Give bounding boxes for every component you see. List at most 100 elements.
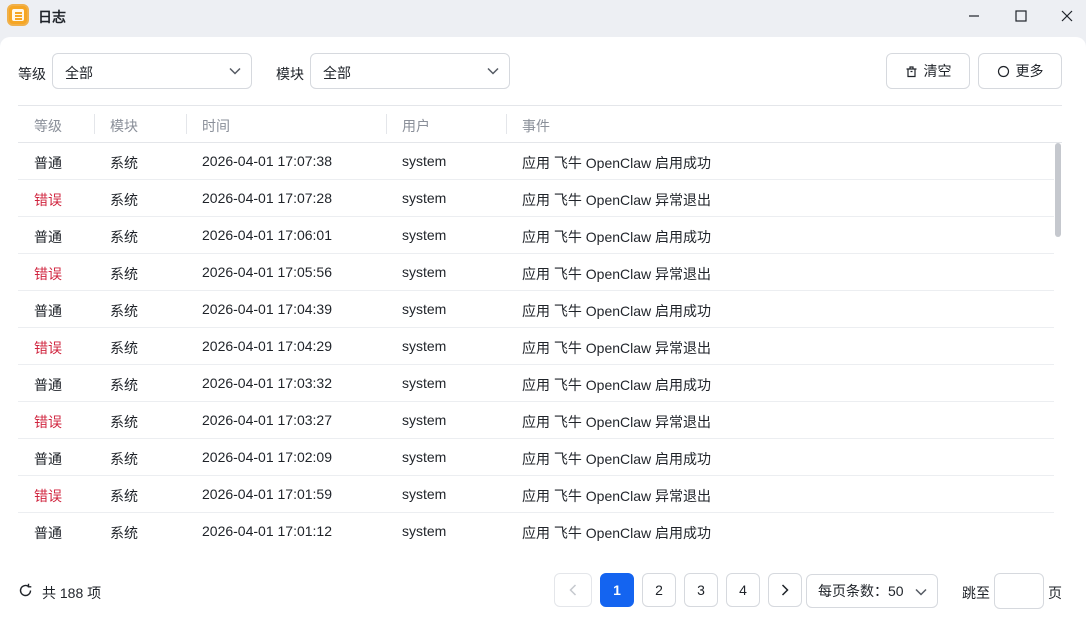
cell-user: system xyxy=(402,486,447,502)
cell-event: 应用 飞牛 OpenClaw 启用成功 xyxy=(522,229,712,245)
column-header-module: 模块 xyxy=(110,118,138,134)
cell-user: system xyxy=(402,449,447,465)
jump-page-suffix: 页 xyxy=(1048,585,1062,601)
table-row[interactable]: 普通 系统 2026-04-01 17:03:32 system 应用 飞牛 O… xyxy=(18,365,1054,402)
more-button-label: 更多 xyxy=(1015,63,1044,79)
cell-level: 普通 xyxy=(34,377,62,393)
page-button-1[interactable]: 1 xyxy=(600,573,634,607)
module-select-value: 全部 xyxy=(323,65,351,81)
column-header-level: 等级 xyxy=(34,118,62,134)
minimize-icon xyxy=(969,15,979,17)
table-scrollbar[interactable] xyxy=(1054,143,1062,549)
total-count: 共 188 项 xyxy=(42,585,102,601)
cell-level: 错误 xyxy=(34,340,62,356)
cell-level: 普通 xyxy=(34,451,62,467)
level-select[interactable]: 全部 xyxy=(52,53,252,89)
jump-to-label: 跳至 xyxy=(962,585,990,601)
cell-level: 普通 xyxy=(34,229,62,245)
clear-button[interactable]: 清空 xyxy=(886,53,970,89)
window-title: 日志 xyxy=(38,9,66,25)
cell-module: 系统 xyxy=(110,377,138,393)
cell-module: 系统 xyxy=(110,266,138,282)
circle-icon xyxy=(997,65,1009,77)
cell-module: 系统 xyxy=(110,192,138,208)
close-button[interactable] xyxy=(1055,5,1079,27)
column-header-user: 用户 xyxy=(402,118,430,134)
module-filter-label: 模块 xyxy=(276,66,304,82)
cell-level: 普通 xyxy=(34,303,62,319)
column-separator xyxy=(186,114,187,134)
scrollbar-thumb[interactable] xyxy=(1055,143,1061,237)
cell-event: 应用 飞牛 OpenClaw 启用成功 xyxy=(522,451,712,467)
table-row[interactable]: 普通 系统 2026-04-01 17:01:12 system 应用 飞牛 O… xyxy=(18,513,1054,549)
cell-time: 2026-04-01 17:04:29 xyxy=(202,338,332,354)
chevron-down-icon xyxy=(487,67,499,75)
refresh-icon[interactable] xyxy=(18,583,33,598)
cell-event: 应用 飞牛 OpenClaw 启用成功 xyxy=(522,155,712,171)
cell-time: 2026-04-01 17:07:28 xyxy=(202,190,332,206)
prev-page-button[interactable] xyxy=(554,573,592,607)
maximize-button[interactable] xyxy=(1009,5,1033,27)
table-row[interactable]: 错误 系统 2026-04-01 17:01:59 system 应用 飞牛 O… xyxy=(18,476,1054,513)
cell-time: 2026-04-01 17:06:01 xyxy=(202,227,332,243)
chevron-down-icon xyxy=(229,67,241,75)
chevron-left-icon xyxy=(569,584,577,596)
column-header-time: 时间 xyxy=(202,118,230,134)
cell-module: 系统 xyxy=(110,340,138,356)
cell-level: 普通 xyxy=(34,525,62,541)
table-row[interactable]: 错误 系统 2026-04-01 17:05:56 system 应用 飞牛 O… xyxy=(18,254,1054,291)
cell-module: 系统 xyxy=(110,488,138,504)
close-icon xyxy=(1061,10,1073,22)
next-page-button[interactable] xyxy=(768,573,802,607)
table-row[interactable]: 错误 系统 2026-04-01 17:07:28 system 应用 飞牛 O… xyxy=(18,180,1054,217)
trash-icon xyxy=(906,65,916,77)
cell-event: 应用 飞牛 OpenClaw 异常退出 xyxy=(522,340,712,356)
page-button-4[interactable]: 4 xyxy=(726,573,760,607)
cell-user: system xyxy=(402,375,447,391)
cell-module: 系统 xyxy=(110,229,138,245)
cell-event: 应用 飞牛 OpenClaw 异常退出 xyxy=(522,192,712,208)
minimize-button[interactable] xyxy=(962,5,986,27)
cell-user: system xyxy=(402,264,447,280)
cell-event: 应用 飞牛 OpenClaw 启用成功 xyxy=(522,303,712,319)
module-select[interactable]: 全部 xyxy=(310,53,510,89)
title-bar: 日志 xyxy=(0,0,1086,34)
table-row[interactable]: 错误 系统 2026-04-01 17:03:27 system 应用 飞牛 O… xyxy=(18,402,1054,439)
page-button-3[interactable]: 3 xyxy=(684,573,718,607)
table-row[interactable]: 普通 系统 2026-04-01 17:07:38 system 应用 飞牛 O… xyxy=(18,143,1054,180)
table-row[interactable]: 普通 系统 2026-04-01 17:02:09 system 应用 飞牛 O… xyxy=(18,439,1054,476)
table-header: 等级 模块 时间 用户 事件 xyxy=(18,106,1062,143)
page-size-select[interactable]: 每页条数：50 xyxy=(806,574,938,608)
cell-level: 错误 xyxy=(34,488,62,504)
table-body: 普通 系统 2026-04-01 17:07:38 system 应用 飞牛 O… xyxy=(18,143,1054,549)
cell-event: 应用 飞牛 OpenClaw 异常退出 xyxy=(522,488,712,504)
level-select-value: 全部 xyxy=(65,65,93,81)
chevron-down-icon xyxy=(915,588,927,596)
jump-page-input[interactable] xyxy=(994,573,1044,609)
pagination-bar: 共 188 项 1 2 3 4 每页条数：50 跳至 页 xyxy=(0,573,1086,609)
maximize-icon xyxy=(1015,10,1027,22)
table-row[interactable]: 普通 系统 2026-04-01 17:06:01 system 应用 飞牛 O… xyxy=(18,217,1054,254)
page-button-2[interactable]: 2 xyxy=(642,573,676,607)
cell-module: 系统 xyxy=(110,155,138,171)
cell-user: system xyxy=(402,523,447,539)
cell-user: system xyxy=(402,338,447,354)
more-button[interactable]: 更多 xyxy=(978,53,1062,89)
cell-level: 错误 xyxy=(34,414,62,430)
cell-level: 错误 xyxy=(34,192,62,208)
table-row[interactable]: 普通 系统 2026-04-01 17:04:39 system 应用 飞牛 O… xyxy=(18,291,1054,328)
chevron-right-icon xyxy=(781,584,789,596)
cell-user: system xyxy=(402,227,447,243)
cell-module: 系统 xyxy=(110,303,138,319)
cell-time: 2026-04-01 17:05:56 xyxy=(202,264,332,280)
table-row[interactable]: 错误 系统 2026-04-01 17:04:29 system 应用 飞牛 O… xyxy=(18,328,1054,365)
cell-time: 2026-04-01 17:01:12 xyxy=(202,523,332,539)
clear-button-label: 清空 xyxy=(923,63,952,79)
column-separator xyxy=(506,114,507,134)
cell-module: 系统 xyxy=(110,525,138,541)
page-size-value: 每页条数：50 xyxy=(818,583,904,599)
cell-module: 系统 xyxy=(110,451,138,467)
cell-module: 系统 xyxy=(110,414,138,430)
column-header-event: 事件 xyxy=(522,118,550,134)
cell-time: 2026-04-01 17:02:09 xyxy=(202,449,332,465)
